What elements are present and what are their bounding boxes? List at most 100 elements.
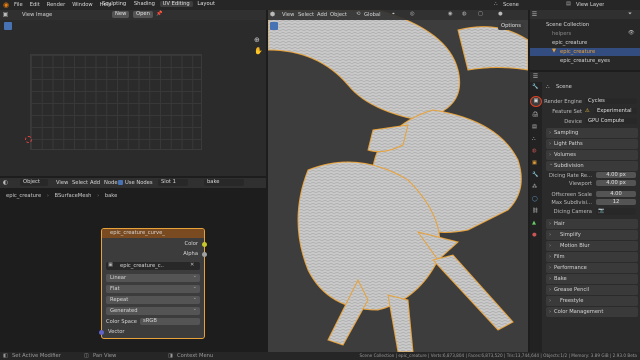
orientation-dropdown[interactable]: Global xyxy=(364,12,381,18)
zoom-icon[interactable]: ⊕ xyxy=(254,36,260,44)
blender-logo-icon[interactable]: ◉ xyxy=(3,1,9,9)
section-bake[interactable]: Bake xyxy=(546,274,638,284)
constraints-tab-icon[interactable]: ⛓ xyxy=(532,208,539,214)
feature-set-dropdown[interactable]: Experimental xyxy=(594,108,637,114)
tab-uv-editing[interactable]: UV Editing xyxy=(159,1,193,7)
material-tab-icon[interactable]: ● xyxy=(532,232,537,238)
menu-window[interactable]: Window xyxy=(72,2,92,8)
tool-tab-icon[interactable]: 🔧 xyxy=(532,84,538,90)
tool-select-icon[interactable] xyxy=(4,22,12,30)
object-tab-icon[interactable]: ▣ xyxy=(532,160,537,166)
section-grease-pencil[interactable]: Grease Pencil xyxy=(546,285,638,295)
output-alpha-socket[interactable] xyxy=(202,252,207,257)
tab-sculpting[interactable]: Sculpting xyxy=(99,1,129,7)
dicing-rate-field[interactable]: 4.00 px xyxy=(596,172,636,178)
menu-node[interactable]: Node xyxy=(104,180,118,186)
object-mode-dropdown[interactable]: Object xyxy=(20,179,48,186)
material-dropdown[interactable]: bake xyxy=(204,179,244,186)
world-tab-icon[interactable]: ◍ xyxy=(532,148,537,154)
image-texture-node[interactable]: epic_creature_curve_ Color Alpha ▣ epic_… xyxy=(99,228,207,339)
projection-dropdown[interactable]: Flat xyxy=(106,285,200,293)
3d-viewport[interactable]: ⬢ View Select Add Object ⟲ Global ⌖ ◎ ◉ … xyxy=(268,10,528,352)
menu-view[interactable]: View xyxy=(56,180,68,186)
eye-icon[interactable]: 👁 xyxy=(628,30,635,36)
node-header[interactable]: epic_creature_curve_ xyxy=(102,229,204,238)
section-subdivision[interactable]: Subdivision xyxy=(546,161,638,171)
render-tab-icon[interactable]: ▣ xyxy=(530,96,542,107)
scene-collection-label[interactable]: Scene Collection xyxy=(546,22,589,28)
use-nodes-checkbox[interactable] xyxy=(118,180,123,185)
editor-type-icon[interactable]: ◐ xyxy=(2,179,9,186)
view-layer-tab-icon[interactable]: ▤ xyxy=(532,124,537,130)
pin-icon[interactable]: 📌 xyxy=(156,11,162,17)
physics-tab-icon[interactable]: ◯ xyxy=(532,196,538,202)
section-volumes[interactable]: Volumes xyxy=(546,150,638,160)
proportional-edit-icon[interactable]: ◎ xyxy=(410,11,415,17)
device-dropdown[interactable]: GPU Compute xyxy=(585,118,637,124)
tab-layout[interactable]: Layout xyxy=(194,1,218,7)
overlay-icon[interactable]: ◍ xyxy=(462,11,467,17)
2d-cursor-icon[interactable] xyxy=(25,136,32,143)
menu-select[interactable]: Select xyxy=(298,12,314,18)
outliner-item-eyes[interactable]: epic_creature_eyes xyxy=(560,58,610,64)
editor-type-icon[interactable]: ⬢ xyxy=(269,11,276,18)
image-editor[interactable]: ▣ View Image New Open 📌 ⊕ ✋ xyxy=(0,10,266,176)
slot-dropdown[interactable]: Slot 1 xyxy=(158,179,188,186)
outliner-item-helpers[interactable]: helpers xyxy=(552,31,571,37)
tab-shading[interactable]: Shading xyxy=(131,1,158,7)
section-color-management[interactable]: Color Management xyxy=(546,307,638,317)
data-tab-icon[interactable]: ▲ xyxy=(532,220,536,226)
section-performance[interactable]: Performance xyxy=(546,263,638,273)
menu-file[interactable]: File xyxy=(14,2,23,8)
menu-edit[interactable]: Edit xyxy=(30,2,40,8)
section-film[interactable]: Film xyxy=(546,252,638,262)
offscreen-scale-field[interactable]: 4.00 xyxy=(596,191,636,197)
image-selector[interactable]: ▣ epic_creature_c... ✕ xyxy=(106,262,200,270)
scene-tab-icon[interactable]: ⛬ xyxy=(532,136,536,143)
open-image-button[interactable]: Open xyxy=(133,11,153,18)
visibility-icon[interactable]: ◉ xyxy=(448,11,453,17)
outliner-item-active[interactable]: epic_creature xyxy=(560,49,595,55)
menu-view[interactable]: View xyxy=(282,12,294,18)
menu-view[interactable]: View xyxy=(22,12,34,18)
image-name[interactable]: epic_creature_c... xyxy=(120,263,164,269)
section-hair[interactable]: Hair xyxy=(546,219,638,229)
hand-icon[interactable]: ✋ xyxy=(254,47,263,55)
outliner[interactable]: ☰ ⏷ Scene Collection helpers epic_creatu… xyxy=(530,10,640,70)
editor-type-icon[interactable]: ☰ xyxy=(531,11,538,18)
menu-object[interactable]: Object xyxy=(330,12,347,18)
menu-select[interactable]: Select xyxy=(72,180,88,186)
filter-icon[interactable]: ⏷ xyxy=(628,11,632,18)
interpolation-dropdown[interactable]: Linear xyxy=(106,274,200,282)
snap-icon[interactable]: ⌖ xyxy=(392,11,395,18)
editor-type-icon[interactable]: ▣ xyxy=(2,11,9,18)
max-subdivisions-field[interactable]: 12 xyxy=(596,199,636,205)
output-color-socket[interactable] xyxy=(202,242,207,247)
source-dropdown[interactable]: Generated xyxy=(106,307,200,315)
outliner-item-collection[interactable]: epic_creature xyxy=(552,40,587,46)
section-sampling[interactable]: Sampling xyxy=(546,128,638,138)
output-tab-icon[interactable]: 🖨 xyxy=(532,112,539,118)
section-light-paths[interactable]: Light Paths xyxy=(546,139,638,149)
options-button[interactable]: Options xyxy=(497,23,524,30)
properties-editor[interactable]: 🔧 ▣ 🖨 ▤ ⛬ ◍ ▣ 🔧 ⁂ ◯ ⛓ ▲ ● ☰ ⛬ Scene Rend… xyxy=(530,72,640,352)
color-space-dropdown[interactable]: sRGB xyxy=(140,318,200,325)
menu-render[interactable]: Render xyxy=(47,2,65,8)
section-motion-blur[interactable]: Motion Blur xyxy=(546,241,638,251)
shader-editor[interactable]: ◐ Object View Select Add Node Use Nodes … xyxy=(0,178,266,352)
section-freestyle[interactable]: Freestyle xyxy=(546,296,638,306)
input-vector-socket[interactable] xyxy=(99,330,104,335)
new-image-button[interactable]: New xyxy=(112,11,130,18)
menu-image[interactable]: Image xyxy=(36,12,52,18)
section-simplify[interactable]: Simplify xyxy=(546,230,638,240)
unlink-icon[interactable]: ✕ xyxy=(190,262,194,268)
menu-add[interactable]: Add xyxy=(317,12,327,18)
particles-tab-icon[interactable]: ⁂ xyxy=(532,184,537,190)
editor-type-icon[interactable]: ☰ xyxy=(532,73,539,80)
xray-icon[interactable]: ▢ xyxy=(478,11,483,17)
viewport-dicing-field[interactable]: 4.00 px xyxy=(596,180,636,186)
viewport-toolbar-select[interactable] xyxy=(270,22,278,30)
shading-solid-icon[interactable]: ● xyxy=(498,11,503,17)
scene-name[interactable]: Scene xyxy=(503,2,519,8)
render-engine-dropdown[interactable]: Cycles xyxy=(585,98,637,104)
